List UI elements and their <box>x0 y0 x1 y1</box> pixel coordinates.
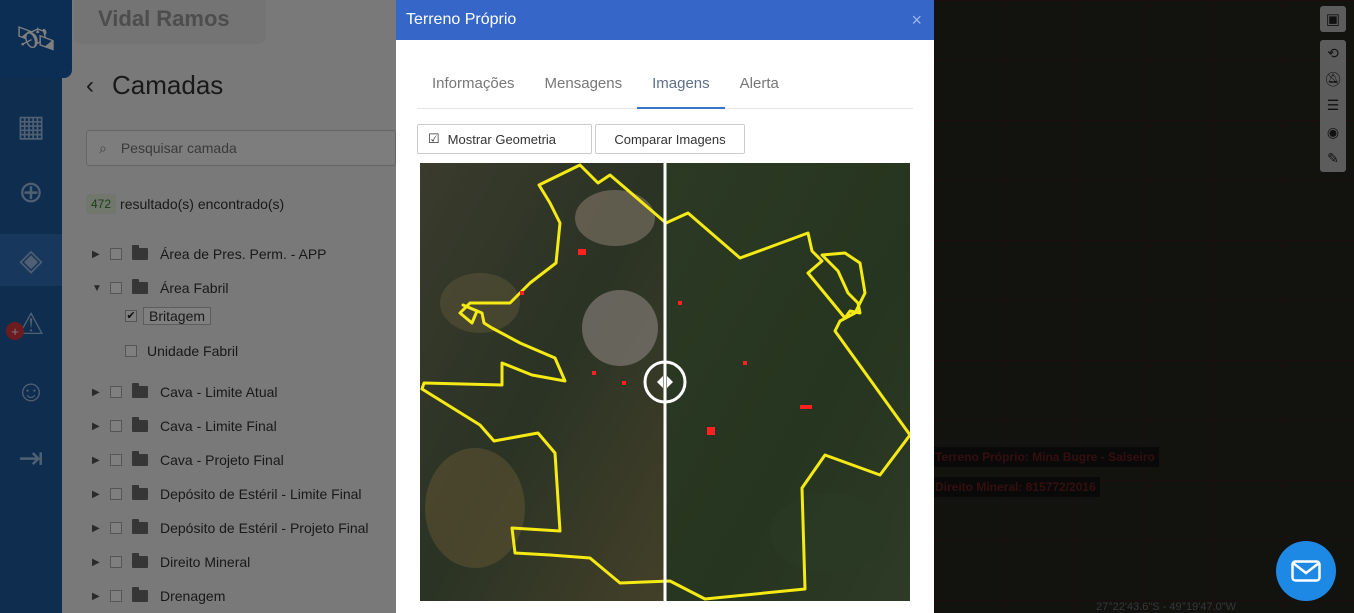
mail-button[interactable] <box>1276 541 1336 601</box>
terreno-modal: Terreno Próprio × Informações Mensagens … <box>396 0 934 613</box>
compare-images-label: Comparar Imagens <box>614 131 726 147</box>
modal-tabs: Informações Mensagens Imagens Alerta <box>417 64 913 109</box>
show-geometry-label: Mostrar Geometria <box>447 131 557 147</box>
show-geometry-button[interactable]: ☑ Mostrar Geometria <box>417 124 592 154</box>
field-area <box>425 448 525 568</box>
pit-area <box>582 290 658 366</box>
compare-imagery <box>420 163 910 601</box>
forest-area <box>770 493 890 573</box>
compare-images-button[interactable]: Comparar Imagens <box>595 124 745 154</box>
pit-area <box>575 190 655 246</box>
close-icon[interactable]: × <box>911 10 922 31</box>
tab-mensagens[interactable]: Mensagens <box>530 64 638 109</box>
mail-icon <box>1291 560 1321 582</box>
app-root: { "rail": { "items": ["satellite-icon", … <box>0 0 1354 613</box>
modal-header: Terreno Próprio × <box>396 0 934 40</box>
tab-informacoes[interactable]: Informações <box>417 64 530 109</box>
tab-alerta[interactable]: Alerta <box>725 64 794 109</box>
image-compare-viewer[interactable] <box>420 163 910 601</box>
checkbox-checked-icon: ☑ <box>428 131 440 146</box>
modal-title: Terreno Próprio <box>406 11 517 28</box>
tab-imagens[interactable]: Imagens <box>637 64 725 109</box>
